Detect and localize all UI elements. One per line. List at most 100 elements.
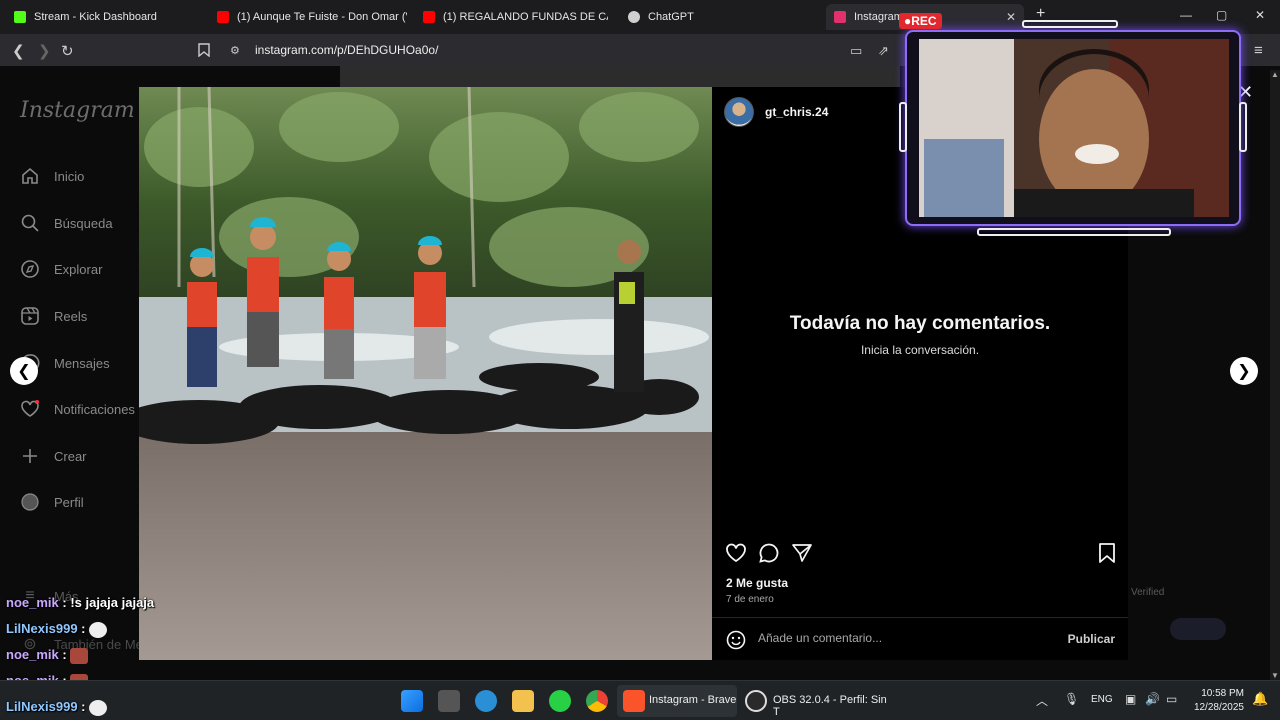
cast-icon[interactable]: ▭	[850, 43, 862, 59]
scroll-down-icon[interactable]: ▼	[1271, 671, 1279, 680]
chevron-right-icon: ❯	[1237, 363, 1251, 380]
taskbar-label: OBS 32.0.4 - Perfil: Sin T	[773, 694, 887, 718]
sidebar-item-inicio[interactable]: Inicio	[20, 166, 84, 186]
chat-username: noe_mik	[6, 595, 59, 610]
viewer-avatars	[1170, 618, 1226, 640]
clock-time[interactable]: 10:58 PM	[1200, 688, 1244, 699]
file-explorer-icon[interactable]	[512, 690, 534, 712]
overlay-bracket-left	[899, 102, 907, 152]
microphone-icon[interactable]: 🎙	[1064, 692, 1079, 706]
like-count[interactable]: 2 Me gusta	[726, 576, 788, 590]
share-button[interactable]	[791, 542, 813, 564]
tab-chatgpt[interactable]: ChatGPT	[628, 4, 778, 30]
publish-button[interactable]: Publicar	[1068, 632, 1115, 646]
overlay-bracket-right	[1239, 102, 1247, 152]
compass-icon	[20, 259, 40, 279]
sidebar-item-label: Explorar	[54, 261, 103, 277]
paper-plane-icon	[791, 544, 813, 568]
sidebar-item-label: Mensajes	[54, 355, 110, 371]
taskbar-item-brave[interactable]: Instagram - Brave	[617, 685, 737, 717]
site-settings-icon[interactable]: ⚙	[230, 44, 240, 57]
tab-label: Instagram	[854, 11, 903, 23]
whatsapp-icon[interactable]	[549, 690, 571, 712]
chevron-left-icon: ❮	[17, 363, 31, 380]
clock-date[interactable]: 12/28/2025	[1190, 702, 1244, 713]
sidebar-item-crear[interactable]: Crear	[20, 446, 87, 466]
save-button[interactable]	[1096, 542, 1118, 564]
forward-icon[interactable]: ❯	[38, 42, 51, 60]
minimize-icon[interactable]: —	[1180, 8, 1192, 22]
edge-icon[interactable]	[475, 690, 497, 712]
chrome-icon[interactable]	[586, 690, 608, 712]
tab-label: (1) Aunque Te Fuiste - Don Omar (Vu	[237, 11, 407, 23]
taskbar-label: Instagram - Brave	[649, 694, 737, 706]
sidebar-item-explorar[interactable]: Explorar	[20, 259, 102, 279]
overlay-bracket-bottom	[977, 228, 1171, 236]
plus-icon	[20, 446, 40, 466]
share-icon[interactable]: ⇗	[878, 43, 889, 59]
reload-icon[interactable]: ↻	[61, 42, 74, 60]
sidebar-item-busqueda[interactable]: Búsqueda	[20, 213, 113, 233]
tab-youtube-aunque[interactable]: (1) Aunque Te Fuiste - Don Omar (Vu	[217, 4, 407, 30]
overlay-bracket-top	[1022, 20, 1118, 28]
previous-post-button[interactable]: ❮	[10, 357, 38, 385]
windows-start-icon[interactable]	[401, 690, 423, 712]
comment-composer: Publicar	[712, 617, 1128, 660]
battery-icon[interactable]: ▭	[1166, 692, 1177, 706]
emote-red-icon	[70, 647, 89, 664]
chat-username: LilNexis999	[6, 621, 78, 636]
sidebar-item-perfil[interactable]: Perfil	[20, 492, 84, 512]
language-indicator[interactable]: ENG	[1091, 694, 1113, 705]
chat-message: noe_mik : !s jajaja jajaja	[6, 595, 155, 610]
post-username[interactable]: gt_chris.24	[765, 105, 828, 119]
network-icon[interactable]: ▣	[1125, 692, 1136, 706]
next-post-button[interactable]: ❯	[1230, 357, 1258, 385]
bookmark-icon	[1096, 543, 1118, 568]
url-field[interactable]: instagram.com/p/DEhDGUHOa0o/	[255, 43, 438, 57]
instagram-favicon-icon	[834, 11, 846, 23]
sidebar-item-reels[interactable]: Reels	[20, 306, 87, 326]
maximize-icon[interactable]: ▢	[1216, 8, 1227, 22]
sidebar-item-label: Crear	[54, 448, 87, 464]
comment-icon	[758, 543, 780, 568]
tab-youtube-regalando[interactable]: (1) REGALANDO FUNDAS DE CARAM	[423, 4, 608, 30]
like-button[interactable]	[725, 542, 747, 564]
webcam-overlay	[899, 20, 1247, 236]
close-tab-icon[interactable]: ✕	[1006, 10, 1016, 24]
chat-message: LilNexis999 :	[6, 621, 108, 638]
heart-icon	[20, 399, 40, 419]
store-icon[interactable]	[438, 690, 460, 712]
back-icon[interactable]: ❮	[12, 42, 25, 60]
chat-text: !s jajaja jajaja	[70, 595, 155, 610]
bookmark-icon[interactable]	[198, 43, 210, 60]
emoji-icon[interactable]	[726, 630, 746, 650]
emote-face-icon	[89, 621, 108, 638]
scroll-up-icon[interactable]: ▲	[1271, 70, 1279, 79]
tab-label: (1) REGALANDO FUNDAS DE CARAM	[443, 11, 608, 23]
page-scrollbar[interactable]: ▲ ▼	[1270, 70, 1280, 680]
notification-bell-icon[interactable]: 🔔	[1252, 691, 1268, 707]
verified-label: Verified	[1131, 587, 1165, 598]
sidebar-item-label: Reels	[54, 308, 88, 324]
instagram-logo[interactable]: Instagram	[20, 98, 135, 123]
background-feed-strip	[340, 66, 900, 87]
chat-message: noe_mik :	[6, 647, 89, 664]
sidebar-item-label: Perfil	[54, 494, 84, 510]
sidebar-item-notificaciones[interactable]: Notificaciones	[20, 399, 135, 419]
avatar-icon	[20, 492, 40, 512]
user-avatar[interactable]	[724, 97, 754, 127]
comment-button[interactable]	[758, 542, 780, 564]
menu-icon[interactable]: ≡	[1254, 42, 1263, 59]
sidebar-item-label: Búsqueda	[54, 215, 113, 231]
close-window-icon[interactable]: ✕	[1255, 8, 1265, 22]
chevron-up-icon[interactable]: ︿	[1036, 692, 1048, 709]
reels-icon	[20, 306, 40, 326]
taskbar-item-obs[interactable]: OBS 32.0.4 - Perfil: Sin T	[743, 685, 893, 718]
volume-icon[interactable]: 🔊	[1145, 692, 1160, 706]
heart-icon	[725, 543, 747, 568]
browser-tab-bar: Stream - Kick Dashboard (1) Aunque Te Fu…	[0, 0, 1280, 34]
post-photo[interactable]	[139, 87, 712, 660]
comment-input[interactable]	[758, 631, 1048, 645]
tab-kick-dashboard[interactable]: Stream - Kick Dashboard	[14, 4, 204, 30]
youtube-favicon-icon	[423, 11, 435, 23]
